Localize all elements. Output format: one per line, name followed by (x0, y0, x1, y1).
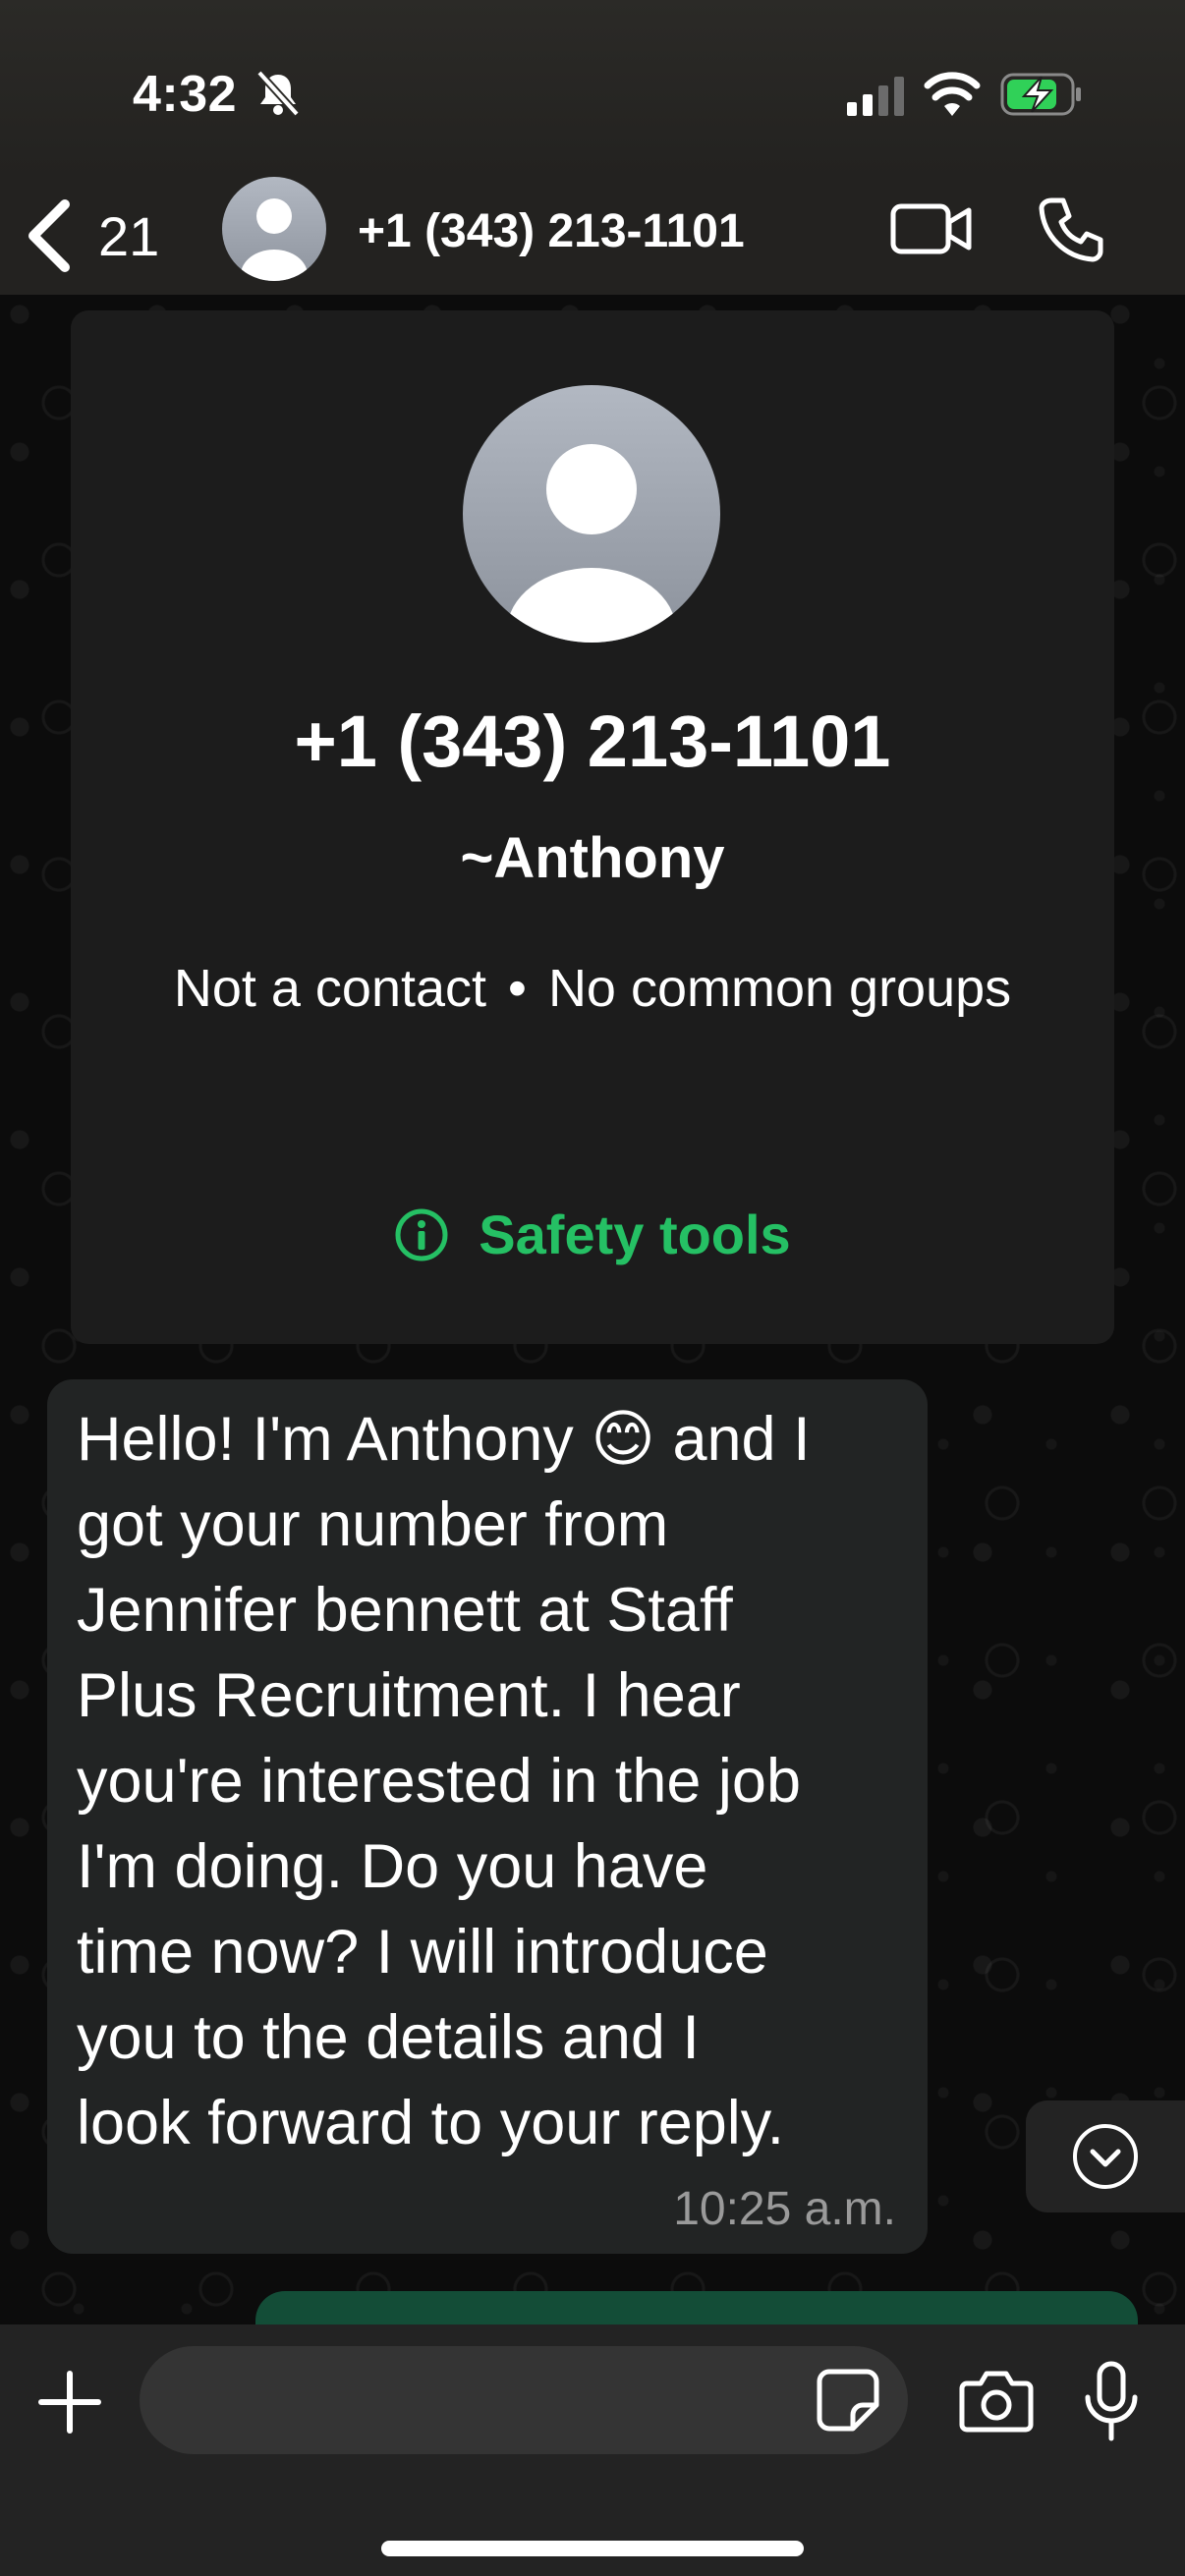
microphone-icon[interactable] (1081, 2360, 1142, 2442)
status-time: 4:32 (133, 66, 238, 123)
status-bar: 4:32 (0, 0, 1185, 177)
back-chevron-icon (28, 199, 70, 272)
sticker-icon[interactable] (816, 2368, 880, 2433)
bell-slash-icon (256, 70, 300, 117)
camera-icon[interactable] (959, 2368, 1034, 2433)
contact-phone: +1 (343) 213-1101 (294, 700, 891, 782)
back-button[interactable]: 21 (20, 177, 187, 295)
scroll-to-bottom-button[interactable] (1026, 2100, 1185, 2212)
outgoing-message[interactable] (255, 2291, 1138, 2324)
message-text: Hello! I'm Anthony 😊 and I got your numb… (77, 1405, 811, 2157)
avatar-placeholder-icon (241, 198, 308, 281)
contact-status: Not a contact • No common groups (169, 949, 1016, 1028)
not-a-contact-label: Not a contact (173, 959, 487, 1018)
plus-icon[interactable] (37, 2370, 102, 2435)
composer-bar (0, 2324, 1185, 2576)
avatar[interactable] (222, 177, 326, 281)
video-camera-icon[interactable] (890, 196, 973, 259)
chevron-down-icon (1073, 2124, 1138, 2189)
unread-count: 21 (98, 204, 160, 267)
chat-header: 21 +1 (343) 213-1101 (0, 177, 1185, 295)
incoming-message[interactable]: Hello! I'm Anthony 😊 and I got your numb… (47, 1379, 928, 2254)
separator-dot: • (508, 959, 527, 1018)
safety-tools-button[interactable]: Safety tools (71, 1203, 1114, 1266)
message-input[interactable] (140, 2346, 908, 2454)
message-timestamp: 10:25 a.m. (673, 2183, 896, 2235)
wifi-icon (924, 72, 981, 116)
cellular-signal-icon (847, 77, 904, 116)
contact-name: ~Anthony (460, 826, 725, 890)
common-groups-label: No common groups (547, 959, 1012, 1018)
chat-title[interactable]: +1 (343) 213-1101 (358, 204, 745, 258)
avatar-placeholder-icon (507, 444, 676, 643)
phone-icon[interactable] (1038, 195, 1106, 263)
info-icon (395, 1208, 448, 1260)
home-indicator (381, 2541, 804, 2556)
contact-avatar (463, 385, 720, 643)
battery-charging-icon (1000, 73, 1081, 116)
safety-tools-label: Safety tools (479, 1204, 791, 1265)
chat-area[interactable]: +1 (343) 213-1101 ~Anthony Not a contact… (0, 295, 1185, 2324)
contact-info-card: +1 (343) 213-1101 ~Anthony Not a contact… (71, 310, 1114, 1344)
